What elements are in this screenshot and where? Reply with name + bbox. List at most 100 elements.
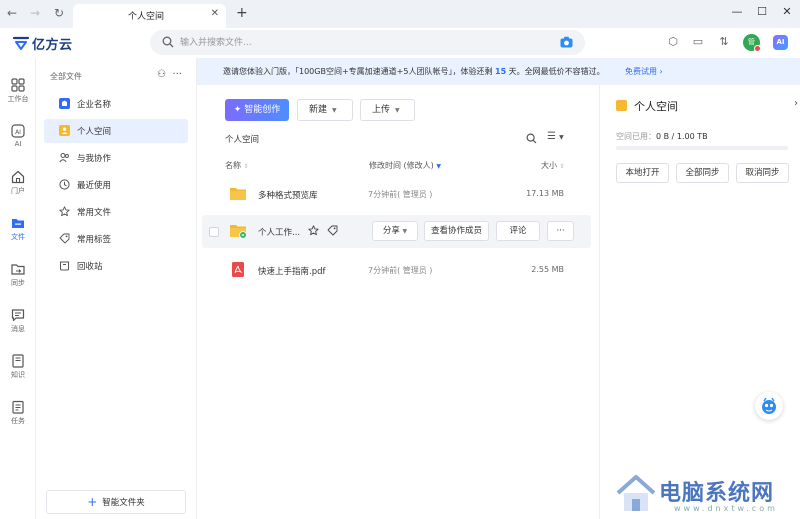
rail-item-tasks[interactable]: 任务 (0, 398, 36, 434)
help-assistant-button[interactable] (755, 392, 783, 420)
tree-item-trash[interactable]: 回收站 (44, 254, 188, 278)
personal-space-icon (616, 100, 627, 111)
file-name[interactable]: 快速上手指南.pdf (258, 265, 326, 277)
search-input[interactable] (180, 33, 540, 52)
rail-item-sync[interactable]: 同步 (0, 260, 36, 296)
tab-close-icon[interactable]: ✕ (211, 8, 219, 19)
tree-item-favorites[interactable]: 常用文件 (44, 200, 188, 224)
share-button[interactable]: 分享 ▼ (372, 221, 418, 241)
rail-item-ai[interactable]: AI AI (0, 122, 36, 158)
ai-assistant-button[interactable]: AI (773, 35, 788, 50)
shared-folder-icon (230, 225, 246, 238)
tree-item-label: 个人空间 (77, 127, 112, 137)
chevron-right-icon: › (659, 67, 663, 76)
star-icon (59, 206, 70, 217)
storage-usage-label: 空间已用： (616, 132, 656, 141)
search-bar[interactable] (150, 30, 585, 55)
new-tab-button[interactable]: + (236, 5, 248, 21)
rail-item-files[interactable]: 文件 (0, 214, 36, 250)
more-button[interactable]: ··· (547, 221, 574, 241)
column-size[interactable]: 大小 ⇕ (541, 160, 565, 171)
rail-label: 文件 (11, 233, 25, 241)
cancel-sync-button[interactable]: 取消同步 (736, 163, 789, 183)
mascot-icon (762, 397, 776, 414)
smart-folder-label: 智能文件夹 (102, 498, 145, 508)
search-icon (162, 36, 174, 48)
maximize-button[interactable]: ☐ (755, 5, 769, 18)
tree-item-recent[interactable]: 最近使用 (44, 173, 188, 197)
column-modified[interactable]: 修改时间 (修改人) ▼ (369, 160, 441, 171)
camera-icon[interactable] (560, 36, 573, 48)
left-rail: 工作台 AI AI 门户 文件 同步 消息 知识 任务 (0, 58, 36, 519)
collaboration-icon (59, 153, 69, 163)
device-icon[interactable]: ▭ (691, 35, 705, 49)
plus-icon: + (87, 495, 98, 509)
personal-space-icon (59, 125, 70, 136)
smart-folder-button[interactable]: + 智能文件夹 (46, 490, 186, 514)
banner-text-after: 天。全网最低价不容错过。 (506, 67, 605, 76)
tree-item-label: 回收站 (77, 262, 103, 272)
rail-item-messages[interactable]: 消息 (0, 306, 36, 342)
file-size: 2.55 MB (531, 265, 564, 274)
grid-icon (11, 78, 25, 92)
watermark-url: www.dnxtw.com (674, 504, 778, 513)
view-members-button[interactable]: 查看协作成员 (424, 221, 489, 241)
tree-item-enterprise[interactable]: 企业名称 (44, 92, 188, 116)
search-icon[interactable] (526, 133, 537, 144)
sync-all-button[interactable]: 全部同步 (676, 163, 729, 183)
file-name[interactable]: 个人工作... (258, 226, 300, 238)
hierarchy-icon[interactable]: ⚇ (157, 69, 166, 80)
rail-label: 知识 (11, 371, 25, 379)
tree-header-actions: ⚇ ··· (157, 69, 182, 80)
sort-icon: ⇕ (559, 163, 565, 170)
more-icon[interactable]: ··· (172, 69, 182, 80)
star-icon[interactable] (308, 225, 319, 236)
tree-item-tags[interactable]: 常用标签 (44, 227, 188, 251)
forward-button[interactable]: → (27, 5, 43, 21)
transfer-icon[interactable]: ⇅ (717, 35, 731, 49)
view-mode-icon[interactable]: ☰ ▼ (547, 131, 564, 142)
tree-item-label: 常用文件 (77, 208, 112, 218)
reload-button[interactable]: ↻ (51, 5, 67, 21)
brand-logo[interactable]: 亿方云 (12, 33, 73, 53)
table-row[interactable]: 快速上手指南.pdf 7分钟前( 管理员 ) 2.55 MB (202, 254, 591, 287)
home-icon (11, 170, 25, 184)
open-local-button[interactable]: 本地打开 (616, 163, 669, 183)
close-window-button[interactable]: ✕ (780, 5, 794, 18)
storage-progress-bar (616, 146, 788, 150)
table-row[interactable]: 个人工作... 分享 ▼ 查看协作成员 评论 ··· (202, 215, 591, 248)
back-button[interactable]: ← (4, 5, 20, 21)
column-name[interactable]: 名称 ⇕ (225, 160, 249, 171)
tree-item-collaboration[interactable]: 与我协作 (44, 146, 188, 170)
cube-icon[interactable]: ⬡ (666, 35, 680, 49)
app-header: 亿方云 ⬡ ▭ ⇅ 管 AI (0, 28, 800, 58)
free-trial-link[interactable]: 免费试用 › (625, 66, 663, 77)
collapse-panel-icon[interactable]: › (794, 98, 798, 109)
tag-icon[interactable] (327, 225, 338, 236)
table-row[interactable]: 多种格式预览库 7分钟前( 管理员 ) 17.13 MB (202, 178, 591, 211)
clock-icon (59, 179, 70, 190)
file-modified: 7分钟前( 管理员 ) (368, 190, 433, 199)
storage-usage-value: 0 B / 1.00 TB (656, 132, 708, 141)
tab-title: 个人空间 (128, 12, 165, 22)
watermark-title: 电脑系统网 (659, 480, 775, 506)
rail-item-workbench[interactable]: 工作台 (0, 76, 36, 112)
rail-item-knowledge[interactable]: 知识 (0, 352, 36, 388)
smart-create-button[interactable]: ✦ 智能创作 (225, 99, 289, 121)
browser-tab[interactable]: 个人空间 ✕ (73, 4, 226, 28)
sort-icon: ⇕ (243, 163, 249, 170)
new-button[interactable]: 新建 ▼ (297, 99, 353, 121)
breadcrumb[interactable]: 个人空间 (225, 133, 259, 145)
file-size: 17.13 MB (526, 189, 564, 198)
rail-item-portal[interactable]: 门户 (0, 168, 36, 204)
row-checkbox[interactable] (209, 227, 219, 237)
rail-label: AI (14, 140, 22, 148)
rail-label: 消息 (11, 325, 25, 333)
comment-button[interactable]: 评论 (496, 221, 540, 241)
upload-button[interactable]: 上传 ▼ (360, 99, 415, 121)
file-name[interactable]: 多种格式预览库 (258, 189, 318, 201)
tree-item-personal-space[interactable]: 个人空间 (44, 119, 188, 143)
column-modified-label: 修改时间 (修改人) (369, 161, 434, 170)
minimize-button[interactable]: — (730, 5, 744, 18)
banner-text: 邀请您体验入门版，「100GB空间+专属加速通道+5人团队帐号」，体验还剩 15… (223, 66, 605, 77)
